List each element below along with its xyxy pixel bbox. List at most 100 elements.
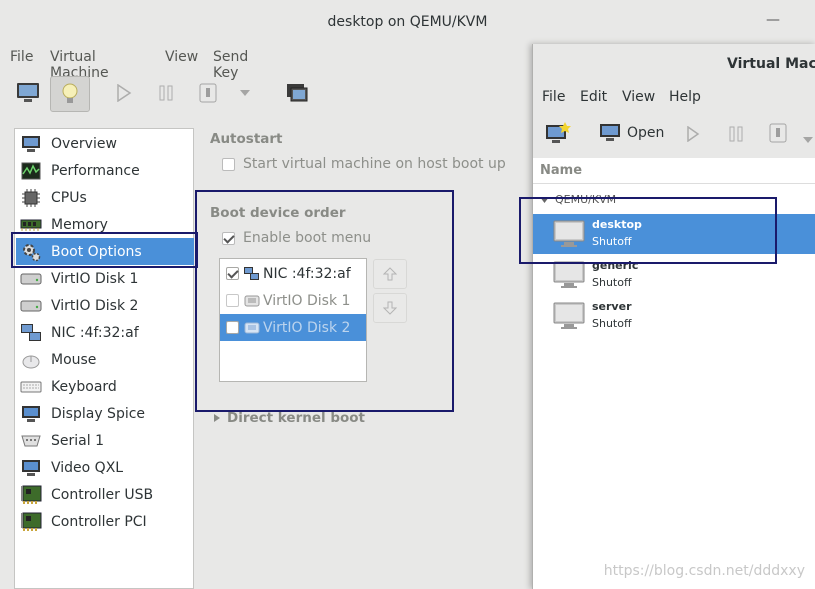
annotation-box-boot-options — [11, 232, 198, 268]
monitor-icon — [17, 83, 39, 102]
hw-item-nic[interactable]: NIC :4f:32:af — [16, 319, 194, 346]
details-button[interactable] — [50, 76, 90, 112]
lightbulb-icon — [62, 83, 78, 103]
disk-icon — [20, 296, 42, 316]
autostart-label: Start virtual machine on host boot up — [243, 156, 506, 172]
controller-icon — [20, 485, 42, 505]
new-vm-button[interactable] — [545, 121, 571, 149]
hw-item-label: Display Spice — [51, 405, 146, 422]
monitor-icon — [600, 124, 620, 141]
serial-icon — [20, 431, 42, 451]
hw-item-label: Performance — [51, 162, 140, 179]
vm-window-title: Virtual Machi — [727, 56, 815, 72]
play-icon — [117, 84, 132, 102]
hw-item-label: VirtIO Disk 1 — [51, 270, 139, 287]
hw-item-label: Mouse — [51, 351, 97, 368]
hw-item-overview[interactable]: Overview — [16, 130, 194, 157]
vm-monitor-icon — [553, 302, 585, 329]
display-icon — [20, 404, 42, 424]
column-name: Name — [540, 163, 583, 178]
vm-name: server — [592, 300, 632, 313]
virt-manager-window: Virtual Machi File Edit View Help Open N… — [532, 44, 815, 589]
direct-kernel-expander[interactable]: Direct kernel boot — [213, 410, 365, 426]
vm-shutdown-menu-button[interactable] — [803, 131, 813, 147]
vm-run-button[interactable] — [686, 125, 700, 146]
column-header[interactable]: Name — [533, 158, 815, 184]
menu-view[interactable]: View — [165, 49, 198, 65]
hw-item-keyboard[interactable]: Keyboard — [16, 373, 194, 400]
open-button[interactable]: Open — [599, 123, 664, 143]
hw-item-label: Controller PCI — [51, 513, 147, 530]
fullscreen-button[interactable] — [284, 76, 310, 110]
mouse-icon — [20, 350, 42, 370]
dropdown-icon — [240, 90, 250, 96]
hw-item-performance[interactable]: Performance — [16, 157, 194, 184]
annotation-box-desktop-vm — [519, 197, 777, 264]
nic-icon — [20, 323, 42, 343]
console-button[interactable] — [10, 76, 46, 110]
shutdown-menu-button[interactable] — [236, 76, 254, 110]
vm-pause-button[interactable] — [729, 126, 743, 146]
pause-icon — [159, 85, 173, 101]
screenshot-icon — [287, 84, 308, 102]
new-vm-icon — [546, 122, 571, 143]
vm-menu-file[interactable]: File — [542, 89, 565, 105]
hw-item-virtio-disk-1[interactable]: VirtIO Disk 1 — [16, 265, 194, 292]
hw-item-display-spice[interactable]: Display Spice — [16, 400, 194, 427]
hw-item-label: Memory — [51, 216, 108, 233]
pause-icon — [729, 126, 743, 142]
menu-file[interactable]: File — [10, 49, 33, 65]
power-icon — [199, 83, 217, 103]
title-bar: desktop on QEMU/KVM — — [0, 0, 815, 45]
hw-item-label: Serial 1 — [51, 432, 104, 449]
window-title: desktop on QEMU/KVM — [327, 14, 488, 30]
direct-kernel-label: Direct kernel boot — [227, 410, 365, 426]
video-icon — [20, 458, 42, 478]
keyboard-icon — [20, 377, 42, 397]
autostart-heading: Autostart — [210, 131, 283, 147]
dropdown-icon — [803, 137, 813, 143]
hw-item-virtio-disk-2[interactable]: VirtIO Disk 2 — [16, 292, 194, 319]
vm-row-server[interactable]: server Shutoff — [533, 296, 815, 336]
hw-item-label: NIC :4f:32:af — [51, 324, 139, 341]
open-label: Open — [627, 125, 665, 141]
hw-item-serial-1[interactable]: Serial 1 — [16, 427, 194, 454]
vm-state: Shutoff — [592, 276, 632, 289]
hardware-list: Overview Performance CPUs Memory Boot Op… — [14, 128, 194, 589]
hw-item-controller-usb[interactable]: Controller USB — [16, 481, 194, 508]
hw-item-label: VirtIO Disk 2 — [51, 297, 139, 314]
vm-menu-edit[interactable]: Edit — [580, 89, 607, 105]
performance-icon — [20, 161, 42, 181]
minimize-icon[interactable]: — — [766, 12, 780, 28]
vm-title-bar: Virtual Machi — [533, 44, 815, 84]
vm-menu-help[interactable]: Help — [669, 89, 701, 105]
vm-state: Shutoff — [592, 317, 632, 330]
vm-monitor-icon — [553, 261, 585, 288]
vm-shutdown-button[interactable] — [769, 123, 787, 147]
hw-item-label: Controller USB — [51, 486, 154, 503]
play-icon — [687, 125, 700, 143]
hw-item-label: CPUs — [51, 189, 87, 206]
run-button[interactable] — [110, 76, 138, 110]
watermark: https://blog.csdn.net/dddxxy — [603, 563, 805, 579]
hw-item-label: Video QXL — [51, 459, 124, 476]
expander-arrow-icon — [214, 414, 220, 422]
hw-item-mouse[interactable]: Mouse — [16, 346, 194, 373]
cpu-icon — [20, 188, 42, 208]
controller-icon — [20, 512, 42, 532]
shutdown-button[interactable] — [196, 76, 220, 110]
hw-item-cpus[interactable]: CPUs — [16, 184, 194, 211]
vm-menu-view[interactable]: View — [622, 89, 655, 105]
pause-button[interactable] — [152, 76, 180, 110]
overview-icon — [20, 134, 42, 154]
disk-icon — [20, 269, 42, 289]
toolbar — [0, 72, 530, 116]
autostart-checkbox[interactable] — [222, 157, 235, 171]
hw-item-label: Overview — [51, 135, 117, 152]
hw-item-video-qxl[interactable]: Video QXL — [16, 454, 194, 481]
annotation-box-boot-order — [195, 190, 454, 412]
hw-item-label: Keyboard — [51, 378, 117, 395]
hw-item-controller-pci[interactable]: Controller PCI — [16, 508, 194, 535]
power-icon — [769, 123, 787, 143]
autostart-checkbox-row[interactable]: Start virtual machine on host boot up — [222, 156, 506, 172]
